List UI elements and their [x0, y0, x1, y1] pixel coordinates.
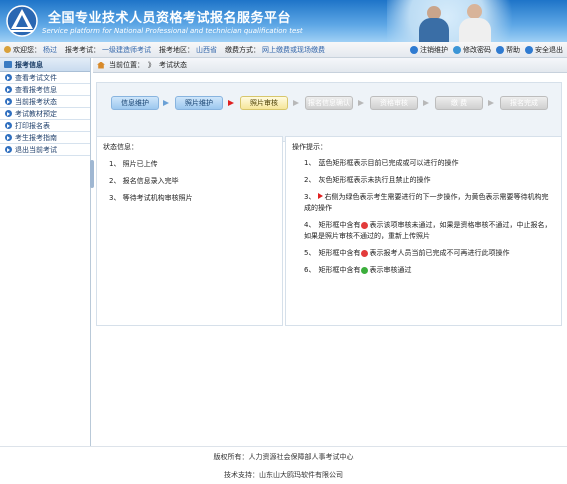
hint-item: 1、 蓝色矩形框表示目前已完成或可以进行的操作 — [304, 159, 459, 167]
welcome-user: 杨过 — [43, 45, 57, 54]
hint-item: 2、 灰色矩形框表示未执行且禁止的操作 — [304, 176, 431, 184]
step-photo-review: 照片审核 — [240, 96, 288, 110]
hint-item: 5、 矩形框中含有 表示报考人员当前已完成不可再进行此项操作 — [304, 249, 510, 257]
step-info-maintenance[interactable]: 信息维护 — [111, 96, 159, 110]
top-links: 注销维护 修改密码 帮助 安全退出 — [405, 42, 563, 58]
hint-item: 3、 右侧为绿色表示考生需要进行的下一步操作，为黄色表示需要等待机构完成的操作 — [304, 193, 549, 212]
breadcrumb-separator: 》 — [148, 61, 155, 69]
rejected-icon — [361, 221, 369, 229]
help-icon — [496, 46, 504, 54]
step-complete: 报名完成 — [500, 96, 548, 110]
sidebar: 报考信息 查看考试文件 查看报考信息 当前报考状态 考试教材预定 打印报名表 考… — [0, 58, 91, 446]
arrow-right-icon — [358, 100, 364, 106]
logout-icon — [410, 46, 418, 54]
copyright-text: 版权所有：人力资源社会保障部人事考试中心 — [213, 453, 354, 461]
arrow-bullet-icon — [5, 134, 12, 141]
site-logo-icon — [6, 5, 38, 37]
fee-label: 缴费方式： — [225, 45, 260, 54]
status-line: 1、 照片已上传 — [109, 160, 158, 168]
header-banner: 全国专业技术人员资格考试报名服务平台 Service platform for … — [0, 0, 567, 42]
home-icon — [97, 61, 105, 69]
sidebar-header: 报考信息 — [0, 58, 90, 72]
site-title: 全国专业技术人员资格考试报名服务平台 — [48, 11, 292, 26]
arrow-bullet-icon — [5, 98, 12, 105]
arrow-right-icon — [228, 100, 234, 106]
region-label: 报考地区： — [159, 45, 194, 54]
locked-icon — [361, 249, 369, 257]
arrow-bullet-icon — [5, 86, 12, 93]
main-content: 当前位置： 》 考试状态 信息维护 照片维护 照片审核 报名信息确认 资格审核 … — [93, 58, 567, 446]
arrow-bullet-icon — [5, 110, 12, 117]
exit-icon — [525, 46, 533, 54]
sidebar-item-textbooks[interactable]: 考试教材预定 — [0, 108, 90, 120]
status-title: 状态信息： — [103, 143, 138, 151]
breadcrumb: 当前位置： 》 考试状态 — [93, 58, 567, 73]
welcome-label: 欢迎您： — [13, 45, 41, 54]
arrow-right-icon — [488, 100, 494, 106]
status-line: 2、 报名信息录入完毕 — [109, 177, 179, 185]
hints-title: 操作提示： — [292, 143, 327, 151]
arrow-bullet-icon — [5, 74, 12, 81]
tech-support-text: 技术支持：山东山大鸥玛软件有限公司 — [224, 471, 343, 479]
breadcrumb-label: 当前位置： — [109, 61, 144, 69]
site-subtitle: Service platform for National Profession… — [42, 27, 303, 35]
region-value: 山西省 — [196, 45, 217, 54]
change-password-link[interactable]: 修改密码 — [453, 45, 491, 55]
exam-value: 一级建造师考试 — [102, 45, 151, 54]
folder-icon — [4, 61, 12, 68]
breadcrumb-current: 考试状态 — [159, 61, 187, 69]
arrow-right-icon — [293, 100, 299, 106]
arrow-bullet-icon — [5, 146, 12, 153]
step-payment: 缴 费 — [435, 96, 483, 110]
sidebar-item-exit-exam[interactable]: 退出当前考试 — [0, 144, 90, 156]
sidebar-item-guide[interactable]: 考生报考指南 — [0, 132, 90, 144]
footer: 版权所有：人力资源社会保障部人事考试中心 技术支持：山东山大鸥玛软件有限公司 — [0, 446, 567, 484]
status-panel: 状态信息： 1、 照片已上传 2、 报名信息录入完毕 3、 等待考试机构审核照片 — [96, 136, 283, 326]
status-line: 3、 等待考试机构审核照片 — [109, 194, 193, 202]
help-link[interactable]: 帮助 — [496, 45, 520, 55]
banner-photo — [387, 0, 537, 42]
hint-item: 4、 矩形框中含有 表示该项审核未通过，如果是资格审核不通过，中止报名，如果是照片审… — [304, 221, 552, 240]
hints-panel: 操作提示： 1、 蓝色矩形框表示目前已完成或可以进行的操作 2、 灰色矩形框表示未执… — [285, 136, 562, 326]
sidebar-item-status[interactable]: 当前报考状态 — [0, 96, 90, 108]
approved-icon — [361, 266, 369, 274]
step-info-confirm: 报名信息确认 — [305, 96, 353, 110]
exit-link[interactable]: 安全退出 — [525, 45, 563, 55]
arrow-right-icon — [163, 100, 169, 106]
user-info-bar: 欢迎您： 杨过 报考考试： 一级建造师考试 报考地区： 山西省 缴费方式： 网上… — [0, 42, 567, 58]
arrow-right-icon — [423, 100, 429, 106]
sidebar-item-print-form[interactable]: 打印报名表 — [0, 120, 90, 132]
key-icon — [453, 46, 461, 54]
progress-steps: 信息维护 照片维护 照片审核 报名信息确认 资格审核 缴 费 报名完成 — [96, 82, 562, 142]
sidebar-item-exam-files[interactable]: 查看考试文件 — [0, 72, 90, 84]
red-arrow-icon — [318, 193, 324, 199]
fee-value: 网上缴费或现场缴费 — [262, 45, 325, 54]
logout-link[interactable]: 注销维护 — [410, 45, 448, 55]
user-icon — [4, 46, 11, 53]
exam-label: 报考考试： — [65, 45, 100, 54]
sidebar-item-view-info[interactable]: 查看报考信息 — [0, 84, 90, 96]
hint-item: 6、 矩形框中含有 表示审核通过 — [304, 266, 412, 274]
arrow-bullet-icon — [5, 122, 12, 129]
step-photo-maintenance[interactable]: 照片维护 — [175, 96, 223, 110]
step-qualification-review: 资格审核 — [370, 96, 418, 110]
